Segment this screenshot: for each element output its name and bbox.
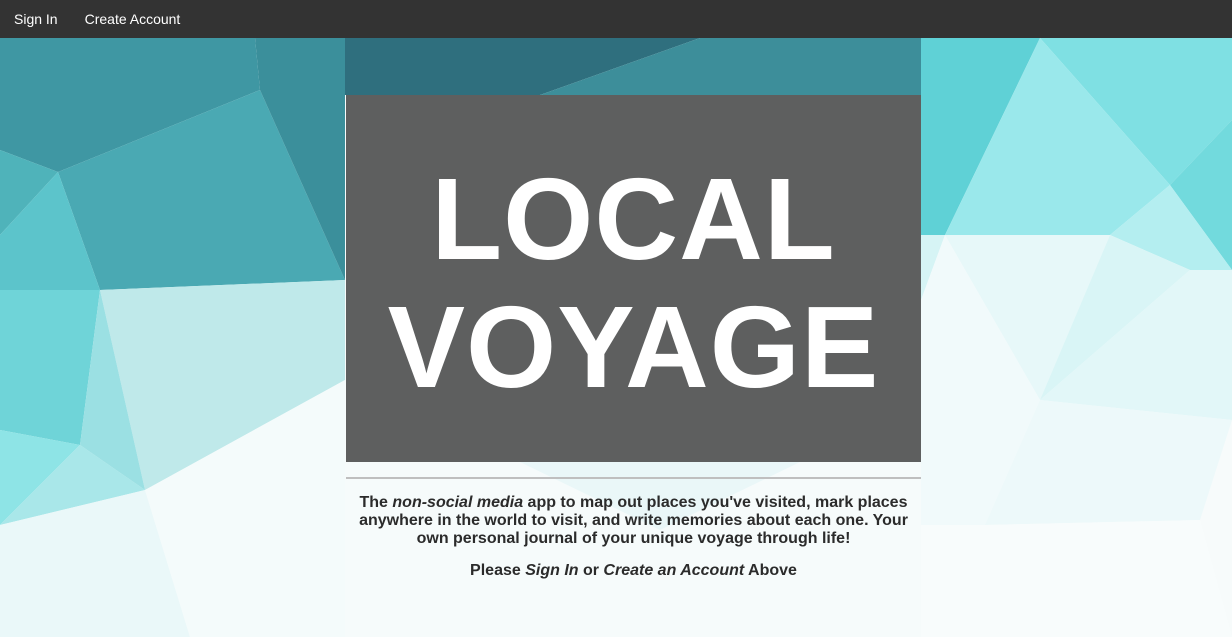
nav-sign-in-link[interactable]: Sign In: [14, 0, 58, 38]
hero-divider: [346, 477, 921, 479]
tagline-part-1: The: [359, 494, 393, 511]
cta-sign-in: Sign In: [525, 562, 579, 579]
tagline-text: The non-social media app to map out plac…: [346, 494, 921, 548]
cta-text: Please Sign In or Create an Account Abov…: [346, 562, 921, 580]
top-navbar: Sign In Create Account: [0, 0, 1232, 38]
cta-prefix: Please: [470, 562, 526, 579]
cta-create-account: Create an Account: [603, 562, 745, 579]
tagline-emphasis: non-social media: [392, 494, 524, 511]
hero-title: LOCAL VOYAGE: [388, 155, 880, 411]
cta-middle: or: [578, 562, 604, 579]
cta-suffix: Above: [744, 562, 797, 579]
hero-title-line-2: VOYAGE: [387, 281, 880, 412]
hero-title-line-1: LOCAL: [431, 153, 836, 284]
nav-create-account-link[interactable]: Create Account: [85, 0, 181, 38]
hero-banner: LOCAL VOYAGE: [346, 95, 921, 462]
